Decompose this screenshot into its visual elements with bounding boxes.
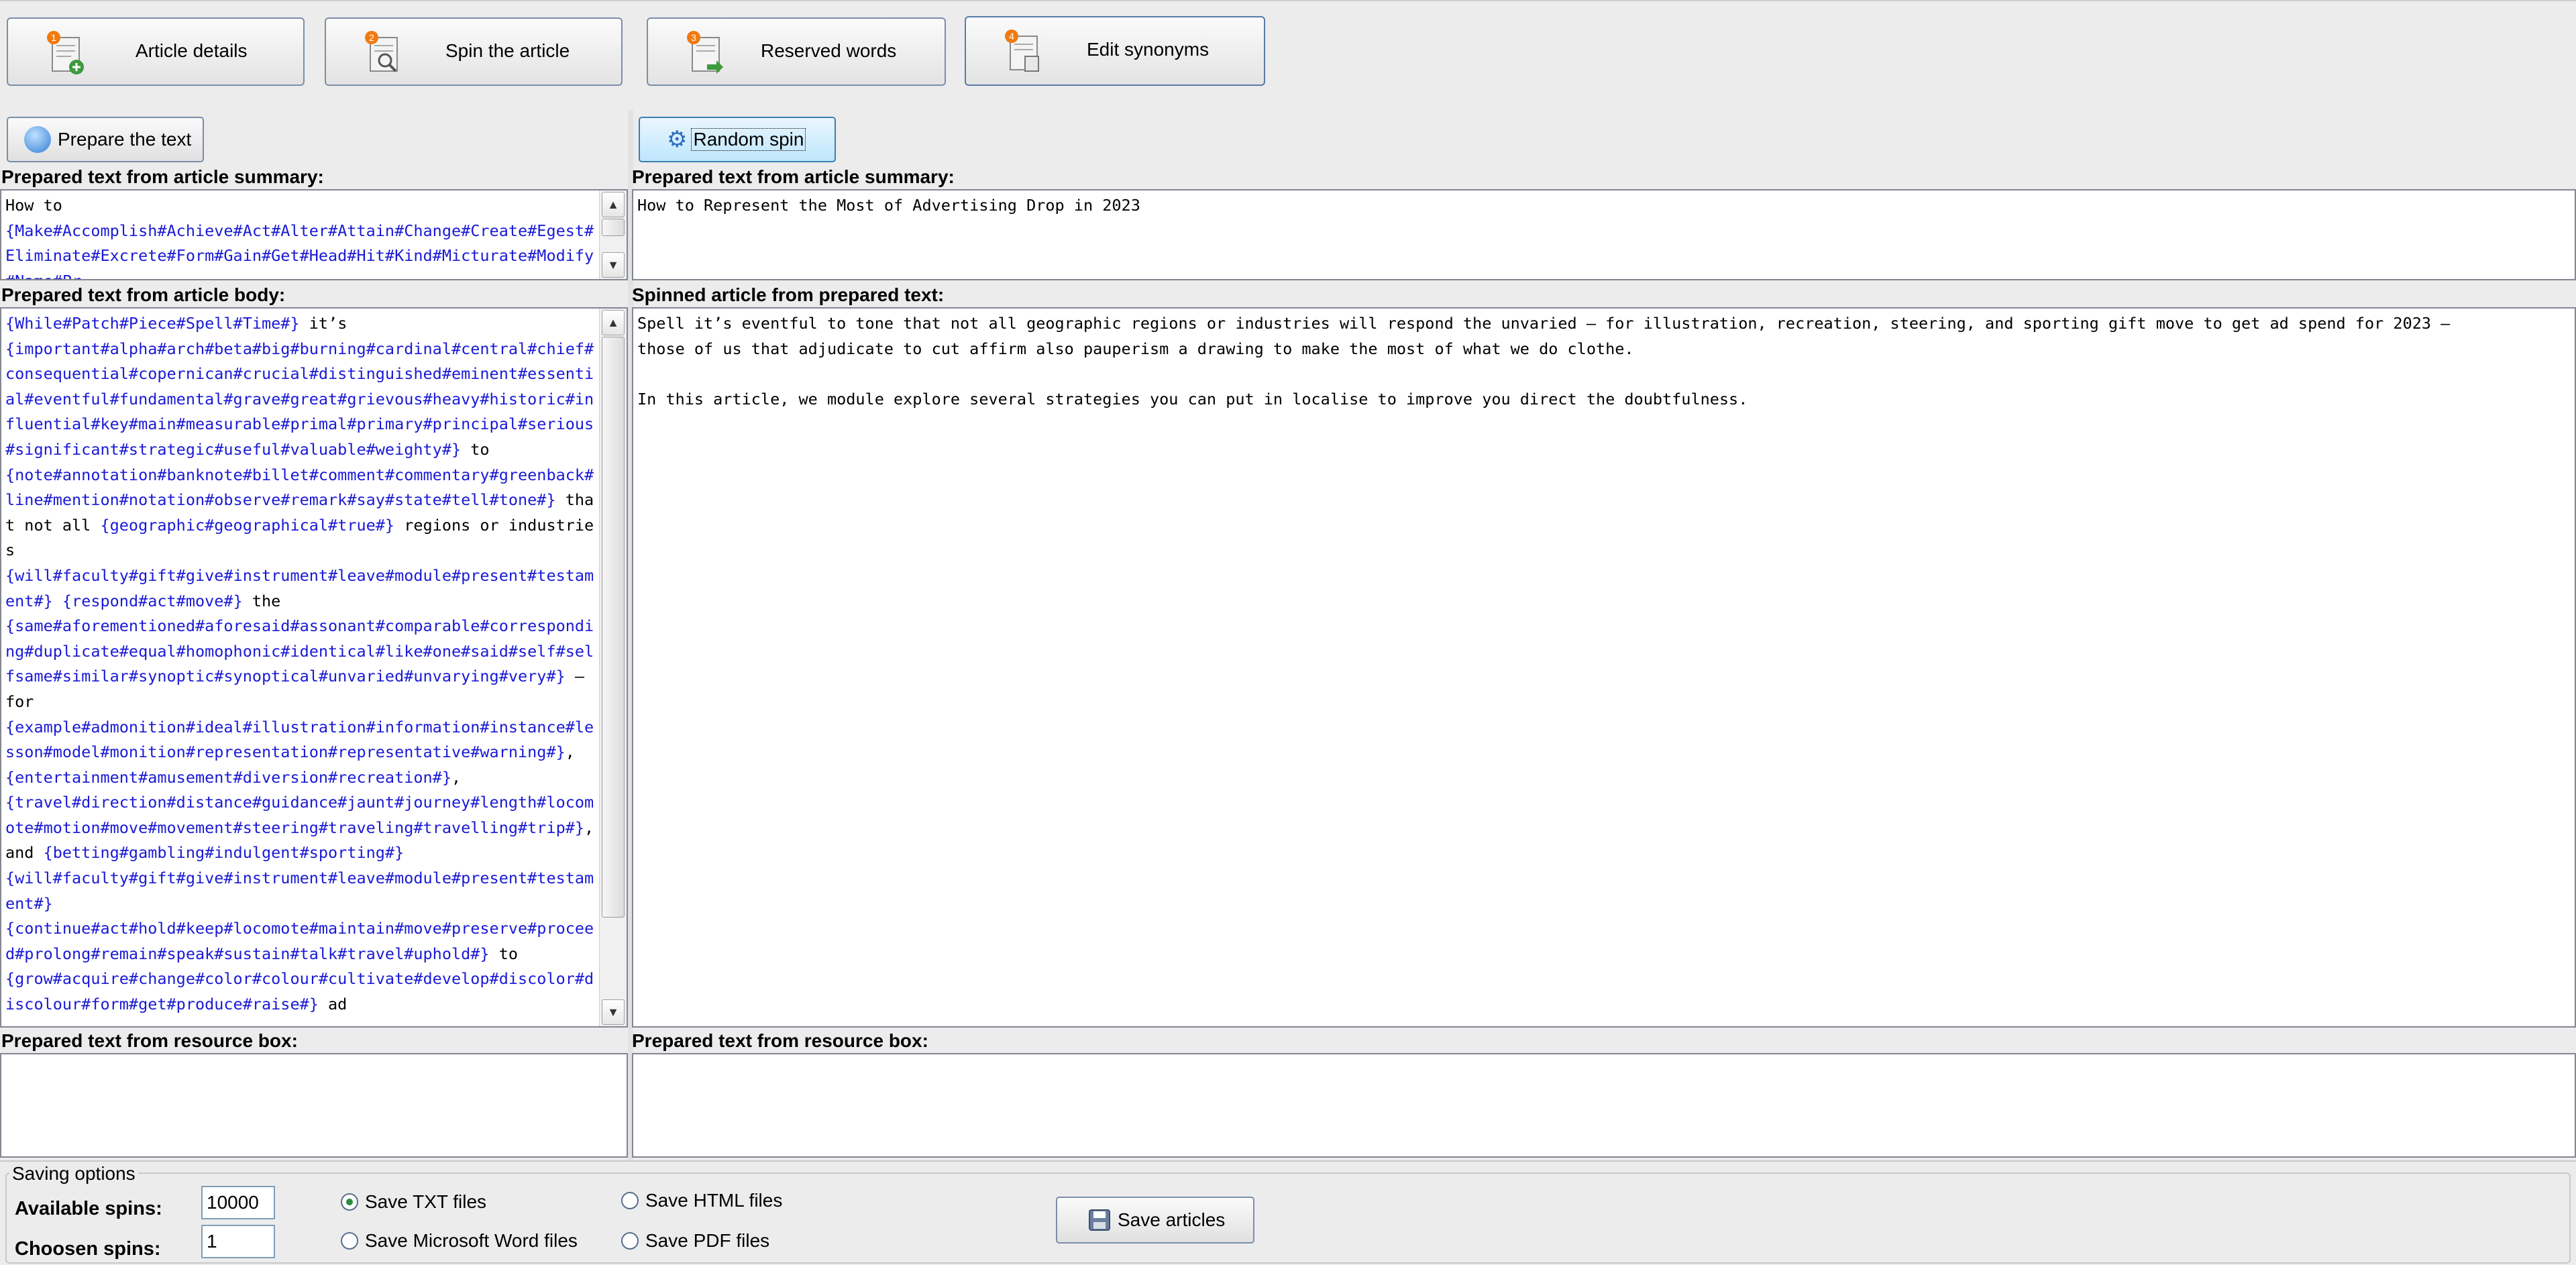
available-spins-input[interactable] xyxy=(201,1186,275,1219)
summary-line: How to xyxy=(5,196,62,215)
spinned-line xyxy=(637,362,2571,387)
synonym-group: {While#Patch#Piece#Spell#Time#} xyxy=(5,314,300,333)
plain-text: it’s xyxy=(309,314,347,333)
right-resource-textbox[interactable] xyxy=(632,1053,2576,1158)
floppy-disk-icon xyxy=(1089,1209,1110,1231)
left-resource-heading: Prepared text from resource box: xyxy=(1,1030,298,1051)
left-summary-scrollbar[interactable]: ▲ ▼ xyxy=(599,190,627,279)
prepare-text-label: Prepare the text xyxy=(58,129,192,150)
prepare-text-button[interactable]: Prepare the text xyxy=(7,117,204,162)
synonym-group: {travel#direction#distance#guidance#jaun… xyxy=(5,793,594,837)
scroll-down-icon[interactable]: ▼ xyxy=(602,252,625,278)
synonym-group: {same#aforementioned#aforesaid#assonant#… xyxy=(5,616,594,686)
save-word-radio[interactable]: Save Microsoft Word files xyxy=(341,1230,578,1252)
scroll-up-icon[interactable]: ▲ xyxy=(602,192,625,217)
save-articles-label: Save articles xyxy=(1118,1209,1226,1230)
synonym-group: {important#alpha#arch#beta#big#burning#c… xyxy=(5,339,594,459)
right-resource-heading: Prepared text from resource box: xyxy=(632,1030,928,1051)
tab-label: Edit synonyms xyxy=(1087,39,1210,60)
document-search-icon: 2 xyxy=(365,31,398,72)
document-arrow-icon: 3 xyxy=(687,31,723,74)
scroll-thumb[interactable] xyxy=(602,337,625,918)
scroll-thumb[interactable] xyxy=(602,219,625,236)
spinned-article-heading: Spinned article from prepared text: xyxy=(632,284,945,305)
saving-options-label: Saving options xyxy=(9,1163,138,1185)
random-spin-button[interactable]: ⚙ Random spin xyxy=(639,117,836,162)
chosen-spins-input[interactable] xyxy=(201,1225,275,1258)
tab-edit-synonyms[interactable]: 4 Edit synonyms xyxy=(965,16,1265,86)
step-badge: 3 xyxy=(691,32,696,43)
plain-text: the xyxy=(252,591,281,610)
spinned-article-text: Spell it’s eventful to tone that not all… xyxy=(633,309,2575,415)
plain-text: to xyxy=(470,439,490,459)
right-summary-heading: Prepared text from article summary: xyxy=(632,166,955,187)
synonym-group: {grow#acquire#change#color#colour#cultiv… xyxy=(5,969,594,1014)
left-summary-textbox[interactable]: How to {Make#Accomplish#Achieve#Act#Alte… xyxy=(0,189,628,280)
left-body-text: {While#Patch#Piece#Spell#Time#} it’s {im… xyxy=(1,309,627,1026)
radio-unchecked-icon xyxy=(341,1232,358,1250)
spinned-line: those of us that adjudicate to cut affir… xyxy=(637,339,1634,358)
synonym-group: {entertainment#amusement#diversion#recre… xyxy=(5,767,451,787)
synonym-group: {note#annotation#banknote#billet#comment… xyxy=(5,465,594,510)
plain-text: to xyxy=(498,944,519,963)
tab-spin-article[interactable]: 2 Spin the article xyxy=(325,17,623,86)
saving-options-panel: Saving options Available spins: Choosen … xyxy=(0,1160,2576,1265)
tab-label: Reserved words xyxy=(761,40,897,61)
radio-unchecked-icon xyxy=(621,1192,639,1209)
document-edit-icon: 4 xyxy=(1005,30,1039,72)
save-pdf-label: Save PDF files xyxy=(645,1230,770,1251)
left-body-textbox[interactable]: {While#Patch#Piece#Spell#Time#} it’s {im… xyxy=(0,307,628,1028)
left-body-heading: Prepared text from article body: xyxy=(1,284,286,305)
synonym-group: {Make#Accomplish#Achieve#Act#Alter#Attai… xyxy=(5,221,556,240)
plain-text: , xyxy=(565,742,585,762)
save-txt-radio[interactable]: Save TXT files xyxy=(341,1191,486,1213)
tab-reserved-words[interactable]: 3 Reserved words xyxy=(647,17,946,86)
spinned-line: In this article, we module explore sever… xyxy=(637,389,1748,408)
left-body-scrollbar[interactable]: ▲ ▼ xyxy=(599,309,627,1026)
step-badge: 2 xyxy=(369,32,374,43)
available-spins-label: Available spins: xyxy=(15,1198,162,1219)
document-add-icon: 1 xyxy=(47,31,84,74)
plain-text: ad xyxy=(318,995,347,1014)
save-articles-button[interactable]: Save articles xyxy=(1056,1197,1254,1244)
random-spin-label: Random spin xyxy=(691,128,806,151)
save-html-label: Save HTML files xyxy=(645,1190,783,1211)
synonym-group: {example#admonition#ideal#illustration#i… xyxy=(5,717,594,762)
left-resource-textbox[interactable] xyxy=(0,1053,628,1158)
scroll-down-icon[interactable]: ▼ xyxy=(602,999,625,1025)
radio-unchecked-icon xyxy=(621,1232,639,1250)
tab-label: Article details xyxy=(136,40,248,61)
radio-checked-icon xyxy=(341,1193,358,1211)
tab-label: Spin the article xyxy=(445,40,570,61)
prepare-icon xyxy=(24,126,51,153)
plain-text: , xyxy=(451,767,462,787)
right-summary-text: How to Represent the Most of Advertising… xyxy=(637,196,1140,215)
spin-icon: ⚙ xyxy=(667,127,688,152)
spinned-line: Spell it’s eventful to tone that not all… xyxy=(637,314,2451,333)
save-html-radio[interactable]: Save HTML files xyxy=(621,1190,782,1211)
save-txt-label: Save TXT files xyxy=(365,1191,487,1212)
spinned-article-textbox[interactable]: Spell it’s eventful to tone that not all… xyxy=(632,307,2576,1028)
right-summary-textbox[interactable]: How to Represent the Most of Advertising… xyxy=(632,189,2576,280)
synonym-group: {geographic#geographical#true#} xyxy=(100,515,395,535)
synonym-group: {betting#gambling#indulgent#sporting#} xyxy=(43,843,405,863)
left-summary-heading: Prepared text from article summary: xyxy=(1,166,324,187)
step-badge: 4 xyxy=(1009,31,1014,42)
scroll-up-icon[interactable]: ▲ xyxy=(602,310,625,335)
save-word-label: Save Microsoft Word files xyxy=(365,1230,578,1251)
synonym-group: {respond#act#move#} xyxy=(62,591,243,610)
plain-text xyxy=(53,592,62,610)
save-pdf-radio[interactable]: Save PDF files xyxy=(621,1230,769,1252)
tab-article-details[interactable]: 1 Article details xyxy=(7,17,305,86)
step-badge: 1 xyxy=(51,32,56,43)
synonym-group: {will#faculty#gift#give#instrument#leave… xyxy=(5,869,594,913)
chosen-spins-label: Choosen spins: xyxy=(15,1238,161,1260)
left-summary-text: How to {Make#Accomplish#Achieve#Act#Alte… xyxy=(1,190,627,279)
